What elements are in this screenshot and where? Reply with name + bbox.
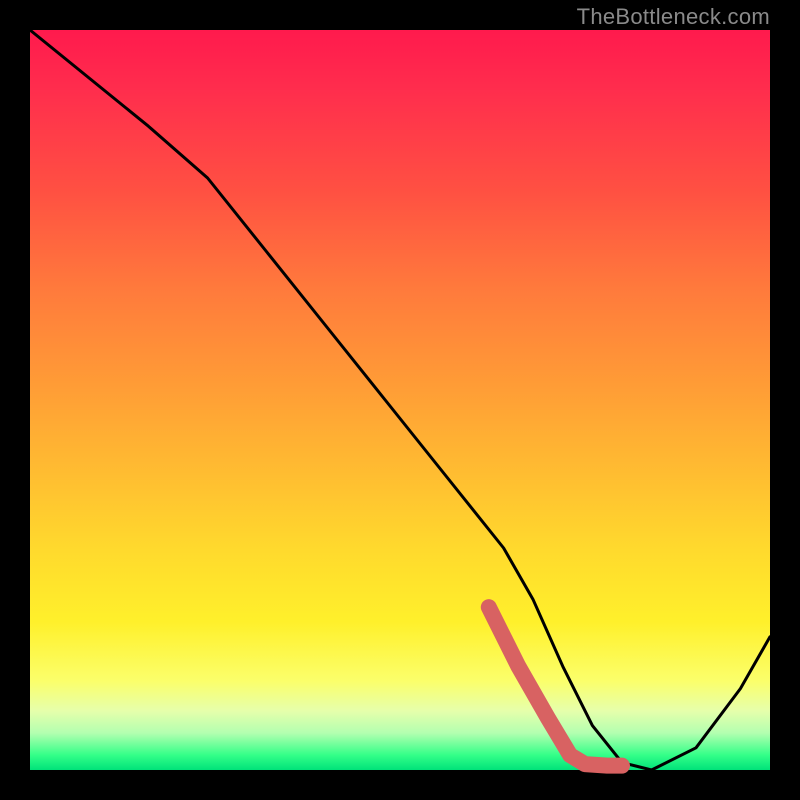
curve-layer (30, 30, 770, 770)
plot-area (30, 30, 770, 770)
highlight-curve (489, 607, 622, 765)
main-curve (30, 30, 770, 770)
watermark-label: TheBottleneck.com (577, 4, 770, 30)
chart-container: TheBottleneck.com (0, 0, 800, 800)
